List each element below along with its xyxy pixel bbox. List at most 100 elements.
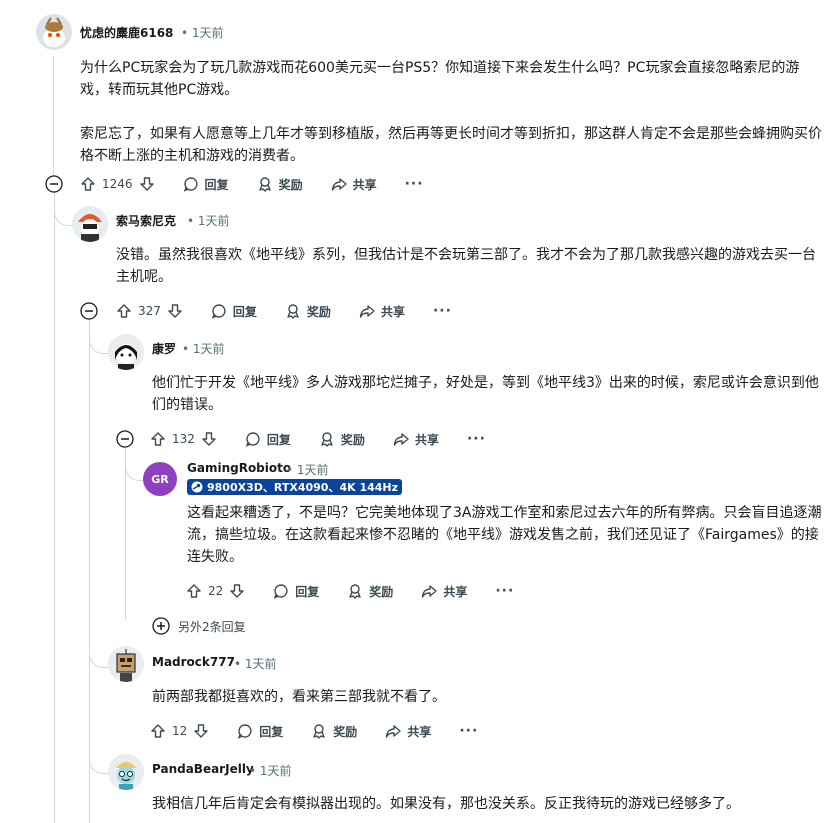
thread-elbow xyxy=(89,320,110,354)
vote-count: 132 xyxy=(172,432,195,446)
comment-body: 为什么PC玩家会为了玩几款游戏而花600美元买一台PS5？你知道接下来会发生什么… xyxy=(80,57,825,167)
downvote-icon[interactable] xyxy=(229,583,245,599)
timestamp[interactable]: 1天前 xyxy=(260,764,292,778)
upvote-icon[interactable] xyxy=(150,431,166,447)
vote-group: 12 xyxy=(150,723,209,739)
avatar[interactable] xyxy=(108,334,144,370)
timestamp[interactable]: 1天前 xyxy=(297,463,329,477)
downvote-icon[interactable] xyxy=(201,431,217,447)
comment-paragraph: 为什么PC玩家会为了玩几款游戏而花600美元买一台PS5？你知道接下来会发生什么… xyxy=(80,60,800,98)
upvote-icon[interactable] xyxy=(116,303,132,319)
share-label: 共享 xyxy=(407,724,432,739)
reply-button[interactable]: 回复 xyxy=(273,583,319,600)
award-button[interactable]: 奖励 xyxy=(257,176,303,193)
comment-username[interactable]: 康罗 xyxy=(152,340,176,357)
award-icon xyxy=(313,724,325,739)
comment-body: 他们忙于开发《地平线》多人游戏那坨烂摊子，好处是，等到《地平线3》出来的时候，索… xyxy=(152,372,827,416)
comment-username[interactable]: Madrock777 xyxy=(152,655,235,669)
comment-meta: • 1天前 xyxy=(234,655,277,672)
reply-label: 回复 xyxy=(259,724,284,739)
share-label: 共享 xyxy=(414,432,439,447)
award-button[interactable]: 奖励 xyxy=(319,431,365,448)
comment-paragraph: 索尼忘了，如果有人愿意等上几年才等到移植版，然后再等更长时间才等到折扣，那这群人… xyxy=(80,126,822,164)
more-replies-label: 另外2条回复 xyxy=(178,619,246,634)
collapse-icon[interactable] xyxy=(116,430,134,448)
comment-paragraph: 没错。虽然我很喜欢《地平线》系列，但我估计是不会玩第三部了。我才不会为了那几款我… xyxy=(116,247,816,285)
more-options-button[interactable]: ··· xyxy=(405,176,424,192)
comment-username[interactable]: PandaBearJelly xyxy=(152,762,254,776)
award-label: 奖励 xyxy=(333,724,358,739)
reply-button[interactable]: 回复 xyxy=(211,303,257,320)
comment-meta: • 1天前 xyxy=(181,24,224,41)
avatar[interactable] xyxy=(108,754,144,790)
avatar[interactable]: GR xyxy=(143,462,177,496)
more-options-button[interactable]: ··· xyxy=(495,583,514,599)
comment-body: 我相信几年后肯定会有模拟器出现的。如果没有，那也没关系。反正我待玩的游戏已经够多… xyxy=(152,793,827,815)
share-button[interactable]: 共享 xyxy=(385,723,431,740)
vote-group: 1246 xyxy=(80,176,155,192)
timestamp[interactable]: 1天前 xyxy=(192,26,224,40)
comment-body: 这看起来糟透了，不是吗？它完美地体现了3A游戏工作室和索尼过去六年的所有弊病。只… xyxy=(187,502,827,568)
share-button[interactable]: 共享 xyxy=(393,431,439,448)
award-icon xyxy=(258,177,271,192)
flair-text: 9800X3D、RTX4090、4K 144Hz xyxy=(207,481,399,494)
avatar[interactable] xyxy=(72,206,108,242)
reply-button[interactable]: 回复 xyxy=(245,431,291,448)
upvote-icon[interactable] xyxy=(80,176,96,192)
award-label: 奖励 xyxy=(369,584,394,599)
downvote-icon[interactable] xyxy=(139,176,155,192)
comment-actions: 132 回复 奖励 共享 ··· xyxy=(150,427,486,451)
upvote-icon[interactable] xyxy=(150,723,166,739)
comment-icon xyxy=(183,177,198,192)
comment-username[interactable]: 索马索尼克 xyxy=(116,212,176,229)
more-options-button[interactable]: ··· xyxy=(467,431,486,447)
timestamp[interactable]: 1天前 xyxy=(198,214,230,228)
thread-elbow xyxy=(89,740,110,774)
share-button[interactable]: 共享 xyxy=(421,583,467,600)
reply-button[interactable]: 回复 xyxy=(183,176,229,193)
reply-button[interactable]: 回复 xyxy=(237,723,283,740)
more-options-button[interactable]: ··· xyxy=(433,303,452,319)
comment-icon xyxy=(211,304,226,319)
award-label: 奖励 xyxy=(340,432,365,447)
award-icon xyxy=(287,304,299,319)
vote-group: 132 xyxy=(150,431,217,447)
comment-body: 没错。虽然我很喜欢《地平线》系列，但我估计是不会玩第三部了。我才不会为了那几款我… xyxy=(116,244,826,288)
comment-actions: 1246 回复 奖励 共享 ··· xyxy=(80,172,424,196)
avatar[interactable] xyxy=(36,14,72,50)
reply-label: 回复 xyxy=(266,432,291,447)
comment-username[interactable]: GamingRobioto xyxy=(187,461,291,475)
avatar[interactable] xyxy=(108,646,144,682)
downvote-icon[interactable] xyxy=(193,723,209,739)
downvote-icon[interactable] xyxy=(167,303,183,319)
thread-elbow xyxy=(89,620,110,668)
upvote-icon[interactable] xyxy=(186,583,202,599)
steam-icon xyxy=(191,481,203,493)
collapse-icon[interactable] xyxy=(80,302,98,320)
thread-line-level0 xyxy=(53,56,54,191)
comment-username[interactable]: 忧虑的麋鹿6168 xyxy=(80,24,173,41)
comment-meta: • 1天前 xyxy=(187,212,230,229)
share-button[interactable]: 共享 xyxy=(359,303,405,320)
timestamp[interactable]: 1天前 xyxy=(245,657,277,671)
vote-group: 327 xyxy=(116,303,183,319)
award-button[interactable]: 奖励 xyxy=(311,723,357,740)
collapse-icon[interactable] xyxy=(45,175,63,193)
share-button[interactable]: 共享 xyxy=(331,176,377,193)
vote-count: 22 xyxy=(208,584,224,598)
comment-body: 前两部我都挺喜欢的，看来第三部我就不看了。 xyxy=(152,686,827,708)
comment-meta: • 1天前 xyxy=(182,340,225,357)
award-button[interactable]: 奖励 xyxy=(285,303,331,320)
vote-count: 12 xyxy=(172,724,188,738)
share-icon xyxy=(422,585,438,598)
comment-icon xyxy=(274,584,288,599)
comment-actions: 12 回复 奖励 共享 ··· xyxy=(150,719,478,743)
share-label: 共享 xyxy=(352,177,377,192)
thread-line-level1 xyxy=(54,192,55,823)
more-replies-button[interactable]: 另外2条回复 xyxy=(152,617,246,635)
more-options-button[interactable]: ··· xyxy=(459,723,478,739)
comment-meta: • 1天前 xyxy=(249,762,292,779)
award-button[interactable]: 奖励 xyxy=(347,583,393,600)
timestamp[interactable]: 1天前 xyxy=(193,342,225,356)
reply-label: 回复 xyxy=(204,177,229,192)
